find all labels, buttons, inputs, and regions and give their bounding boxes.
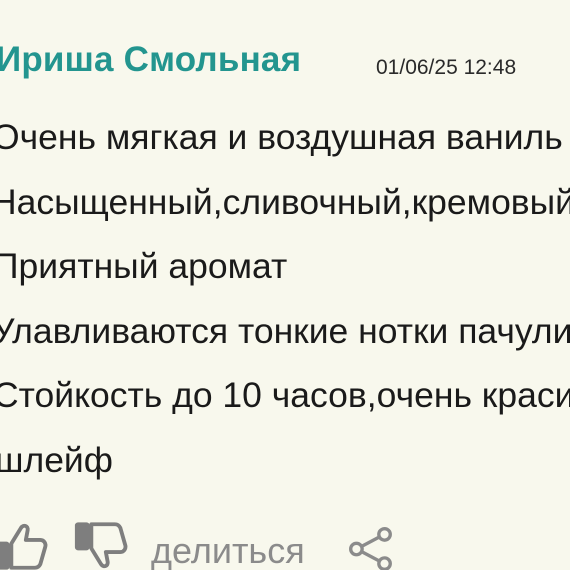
share-icon[interactable]	[346, 524, 396, 570]
review-line: Приятный аромат	[0, 246, 288, 286]
review-timestamp: 01/06/25 12:48	[376, 56, 517, 79]
thumbs-down-icon[interactable]	[72, 517, 130, 570]
author-name[interactable]: Ириша Смольная	[0, 40, 301, 80]
review-line: Насыщенный,сливочный,кремовый	[0, 181, 570, 222]
review-card: Ириша Смольная 01/06/25 12:48 Очень мягк…	[0, 0, 570, 570]
review-line: Улавливаются тонкие нотки пачули	[0, 310, 570, 351]
review-line: шлейф	[0, 439, 113, 480]
review-text: Очень мягкая и воздушная ваниль Насыщенн…	[0, 115, 570, 502]
review-actions: делиться	[0, 512, 570, 570]
review-line: Стойкость до 10 часов,очень красивый	[0, 375, 570, 415]
share-button[interactable]: делиться	[151, 530, 305, 570]
review-line: Очень мягкая и воздушная ваниль	[0, 117, 563, 157]
thumbs-up-icon[interactable]	[0, 517, 50, 570]
